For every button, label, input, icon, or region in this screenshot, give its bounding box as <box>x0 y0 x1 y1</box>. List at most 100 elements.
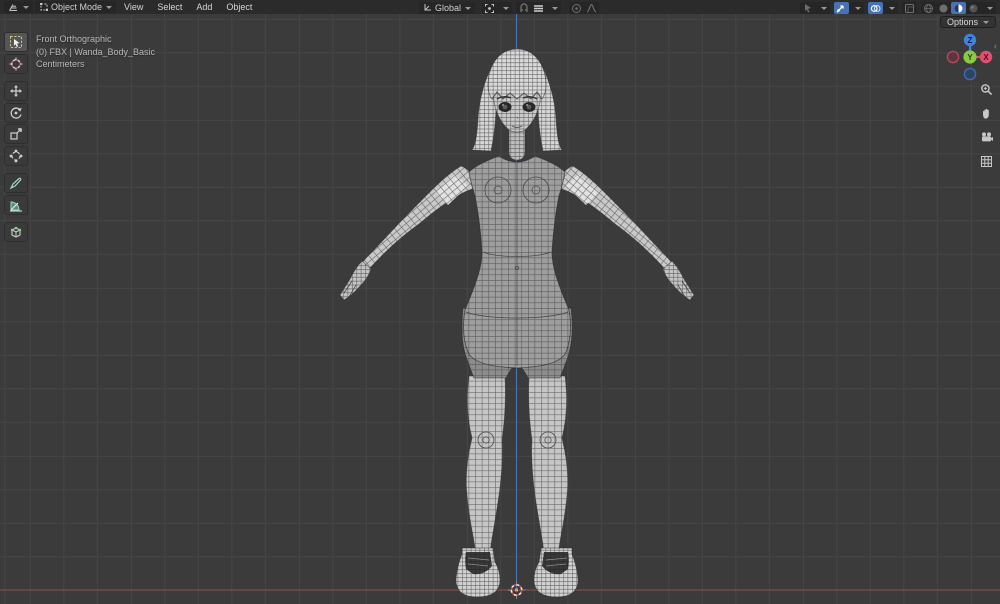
falloff-curve-icon <box>586 3 597 13</box>
chevron-down-icon <box>888 6 895 10</box>
mode-label: Object Mode <box>51 2 103 12</box>
show-overlays-dropdown[interactable] <box>883 2 898 14</box>
tool-cursor-button[interactable] <box>4 53 28 74</box>
material-sphere-icon <box>954 4 963 12</box>
scene-canvas <box>0 14 1000 599</box>
gizmo-axis-neg-z[interactable] <box>963 67 977 81</box>
active-object-text: (0) FBX | Wanda_Body_Basic <box>36 46 156 57</box>
view-controls <box>979 82 993 168</box>
3d-cursor <box>507 581 526 599</box>
pivot-point-button[interactable] <box>482 2 497 14</box>
tool-scale-button[interactable] <box>4 124 28 144</box>
gizmo-axis-z[interactable]: Z <box>963 33 977 47</box>
mode-dropdown[interactable]: Object Mode <box>35 1 117 13</box>
annotate-pen-icon <box>9 177 22 190</box>
rotate-icon <box>10 106 22 119</box>
chevron-down-icon <box>854 6 861 10</box>
object-mode-icon <box>40 3 48 11</box>
rendered-sphere-icon <box>969 4 978 12</box>
scale-icon <box>10 128 22 140</box>
object-visibility-dropdown[interactable] <box>815 2 830 14</box>
orientation-axes-icon <box>424 4 431 11</box>
shading-solid-button[interactable] <box>936 2 951 14</box>
chevron-down-icon <box>820 6 827 10</box>
chevron-down-icon <box>502 6 509 10</box>
select-box-icon <box>10 36 22 48</box>
proportional-falloff-dropdown[interactable] <box>584 2 599 14</box>
snap-target-dropdown[interactable] <box>546 2 561 14</box>
viewport-info-overlay: Front Orthographic (0) FBX | Wanda_Body_… <box>36 33 155 71</box>
viewport-header: Object Mode View Select Add Object Globa… <box>0 0 1000 14</box>
editor-type-button[interactable] <box>4 1 33 13</box>
chevron-down-icon <box>23 5 29 9</box>
chevron-down-icon <box>106 5 113 9</box>
transform-orientation-dropdown[interactable]: Global <box>419 2 476 14</box>
menu-select[interactable]: Select <box>150 2 189 12</box>
snap-increment-icon <box>534 4 544 12</box>
tool-select-box-button[interactable] <box>4 32 28 52</box>
gizmo-axis-y[interactable]: Y <box>963 50 977 64</box>
proportional-editing-icon <box>572 3 582 13</box>
cursor-3d-icon <box>9 57 23 70</box>
menu-object[interactable]: Object <box>219 2 259 12</box>
show-gizmos-button[interactable] <box>834 2 849 14</box>
sidebar-toggle-arrow[interactable]: ‹ <box>994 41 997 51</box>
toggle-xray-button[interactable] <box>902 2 917 14</box>
solid-sphere-icon <box>939 4 948 12</box>
options-label: Options <box>946 17 978 27</box>
measure-icon <box>10 200 22 212</box>
move-icon <box>10 85 22 97</box>
menu-view[interactable]: View <box>117 2 150 12</box>
gizmo-axis-neg-x[interactable] <box>946 50 960 64</box>
transform-icon <box>9 149 23 162</box>
gizmos-icon <box>836 4 844 12</box>
gizmo-x-label: X <box>983 53 989 62</box>
tool-transform-button[interactable] <box>4 145 28 166</box>
shading-rendered-button[interactable] <box>966 2 981 14</box>
tool-move-button[interactable] <box>4 81 28 101</box>
show-gizmos-dropdown[interactable] <box>849 2 864 14</box>
tool-rotate-button[interactable] <box>4 102 28 123</box>
pivot-point-dropdown[interactable] <box>497 2 512 14</box>
snap-target-button[interactable] <box>531 2 546 14</box>
show-overlays-button[interactable] <box>868 2 883 14</box>
zoom-view-button[interactable] <box>979 82 993 96</box>
snap-toggle-button[interactable] <box>516 2 531 14</box>
pan-view-button[interactable] <box>979 106 993 120</box>
hand-icon <box>982 108 989 119</box>
units-text: Centimeters <box>36 59 85 69</box>
navigation-gizmo[interactable]: Z X Y <box>937 24 1000 90</box>
chevron-down-icon <box>986 6 993 10</box>
shading-material-preview-button[interactable] <box>951 2 966 14</box>
pivot-point-icon <box>485 3 495 13</box>
tool-shelf <box>4 32 28 244</box>
chevron-down-icon <box>983 20 989 24</box>
camera-icon <box>981 131 993 141</box>
grid-icon <box>980 155 992 167</box>
visibility-cursor-icon <box>804 4 811 13</box>
xray-icon <box>905 3 914 13</box>
wireframe-sphere-icon <box>924 3 933 13</box>
gizmo-axis-x[interactable]: X <box>979 50 993 64</box>
overlays-icon <box>870 4 881 12</box>
object-visibility-button[interactable] <box>800 2 815 14</box>
options-dropdown[interactable]: Options <box>939 16 996 28</box>
shading-wireframe-button[interactable] <box>921 2 936 14</box>
zoom-icon <box>980 83 992 95</box>
tool-measure-button[interactable] <box>4 194 28 215</box>
camera-view-button[interactable] <box>979 130 993 144</box>
proportional-editing-button[interactable] <box>569 2 584 14</box>
chevron-down-icon <box>465 6 472 10</box>
tool-add-cube-button[interactable] <box>4 222 28 242</box>
orientation-label: Global <box>435 3 462 13</box>
blender-window: Object Mode View Select Add Object Globa… <box>0 0 1000 604</box>
tool-annotate-button[interactable] <box>4 173 28 193</box>
add-cube-icon <box>10 226 22 238</box>
gizmo-y-label: Y <box>967 53 973 62</box>
3d-viewport-editor-icon <box>9 4 17 11</box>
perspective-toggle-button[interactable] <box>979 154 993 168</box>
menu-add[interactable]: Add <box>189 2 219 12</box>
view-name-text: Front Orthographic <box>36 34 112 44</box>
shading-dropdown[interactable] <box>981 2 996 14</box>
gizmo-z-label: Z <box>968 36 973 45</box>
